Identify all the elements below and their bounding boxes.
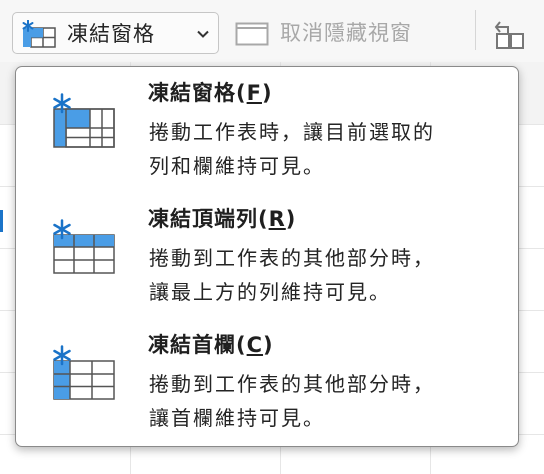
freeze-first-column-icon xyxy=(53,345,115,400)
freeze-top-row-icon xyxy=(53,219,115,274)
freeze-panes-icon xyxy=(22,20,56,48)
menu-item-description: 捲動到工作表的其他部分時， 讓首欄維持可見。 xyxy=(149,372,435,430)
freeze-panes-button-label: 凍結窗格 xyxy=(67,22,155,46)
ribbon-toolbar: 凍結窗格 取消隱藏視窗 xyxy=(0,0,544,62)
unhide-window-button[interactable]: 取消隱藏視窗 xyxy=(232,12,468,54)
menu-item-freeze-first-column[interactable]: 凍結首欄(C) 捲動到工作表的其他部分時， 讓首欄維持可見。 xyxy=(16,331,520,441)
menu-item-freeze-panes[interactable]: 凍結窗格(F) 捲動工作表時，讓目前選取的 列和欄維持可見。 xyxy=(16,79,520,189)
freeze-panes-button[interactable]: 凍結窗格 xyxy=(12,12,219,54)
window-icon xyxy=(235,22,269,46)
freeze-panes-menu: 凍結窗格(F) 捲動工作表時，讓目前選取的 列和欄維持可見。 凍結頂端列(R) … xyxy=(15,66,519,447)
menu-item-title: 凍結窗格(F) xyxy=(148,81,273,105)
menu-item-description: 捲動工作表時，讓目前選取的 列和欄維持可見。 xyxy=(149,120,435,178)
unhide-window-label: 取消隱藏視窗 xyxy=(280,21,412,45)
menu-item-description: 捲動到工作表的其他部分時， 讓最上方的列維持可見。 xyxy=(149,246,435,304)
toolbar-divider xyxy=(475,10,476,50)
selected-row-marker xyxy=(0,210,3,232)
switch-windows-icon[interactable] xyxy=(494,18,526,50)
freeze-panes-icon xyxy=(53,93,115,148)
menu-item-freeze-top-row[interactable]: 凍結頂端列(R) 捲動到工作表的其他部分時， 讓最上方的列維持可見。 xyxy=(16,205,520,315)
chevron-down-icon xyxy=(197,30,209,38)
menu-item-title: 凍結頂端列(R) xyxy=(148,207,297,231)
menu-item-title: 凍結首欄(C) xyxy=(148,333,274,357)
